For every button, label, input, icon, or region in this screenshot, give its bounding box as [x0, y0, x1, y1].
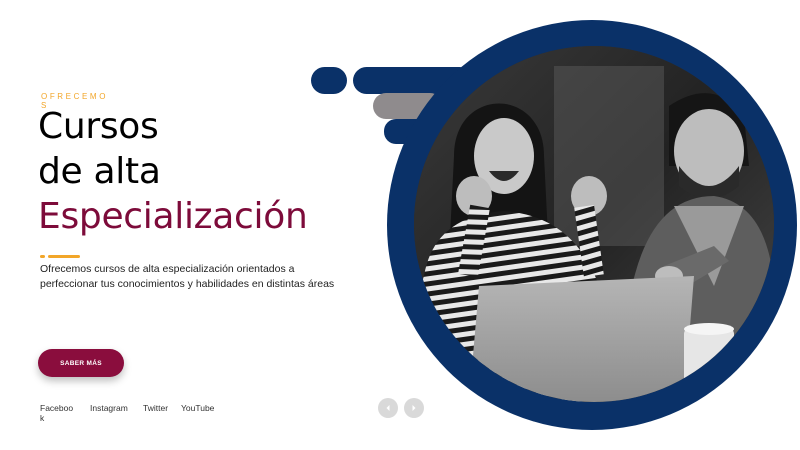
title-line-1: Cursos [38, 106, 159, 147]
hero-title: Cursos de alta Especialización [38, 104, 308, 239]
chevron-left-icon [386, 405, 390, 411]
hero-description: Ofrecemos cursos de alta especialización… [40, 263, 335, 290]
saber-mas-button[interactable]: SABER MÁS [38, 349, 124, 377]
accent-dash-short [40, 255, 45, 258]
social-link-twitter[interactable]: Twitter [143, 403, 171, 413]
accent-dashes [40, 255, 80, 258]
accent-dash-long [48, 255, 80, 258]
social-link-instagram[interactable]: Instagram [90, 403, 128, 413]
title-line-2: de alta [38, 151, 161, 192]
chevron-right-icon [412, 405, 416, 411]
decor-pill-small [311, 67, 347, 94]
hero-photo [414, 46, 774, 402]
slider-next-button[interactable] [404, 398, 424, 418]
title-accent: Especialización [38, 196, 308, 237]
social-link-youtube[interactable]: YouTube [181, 403, 221, 413]
hero-photo-illustration [414, 46, 774, 402]
slider-prev-button[interactable] [378, 398, 398, 418]
social-link-facebook[interactable]: Facebook [40, 403, 76, 423]
